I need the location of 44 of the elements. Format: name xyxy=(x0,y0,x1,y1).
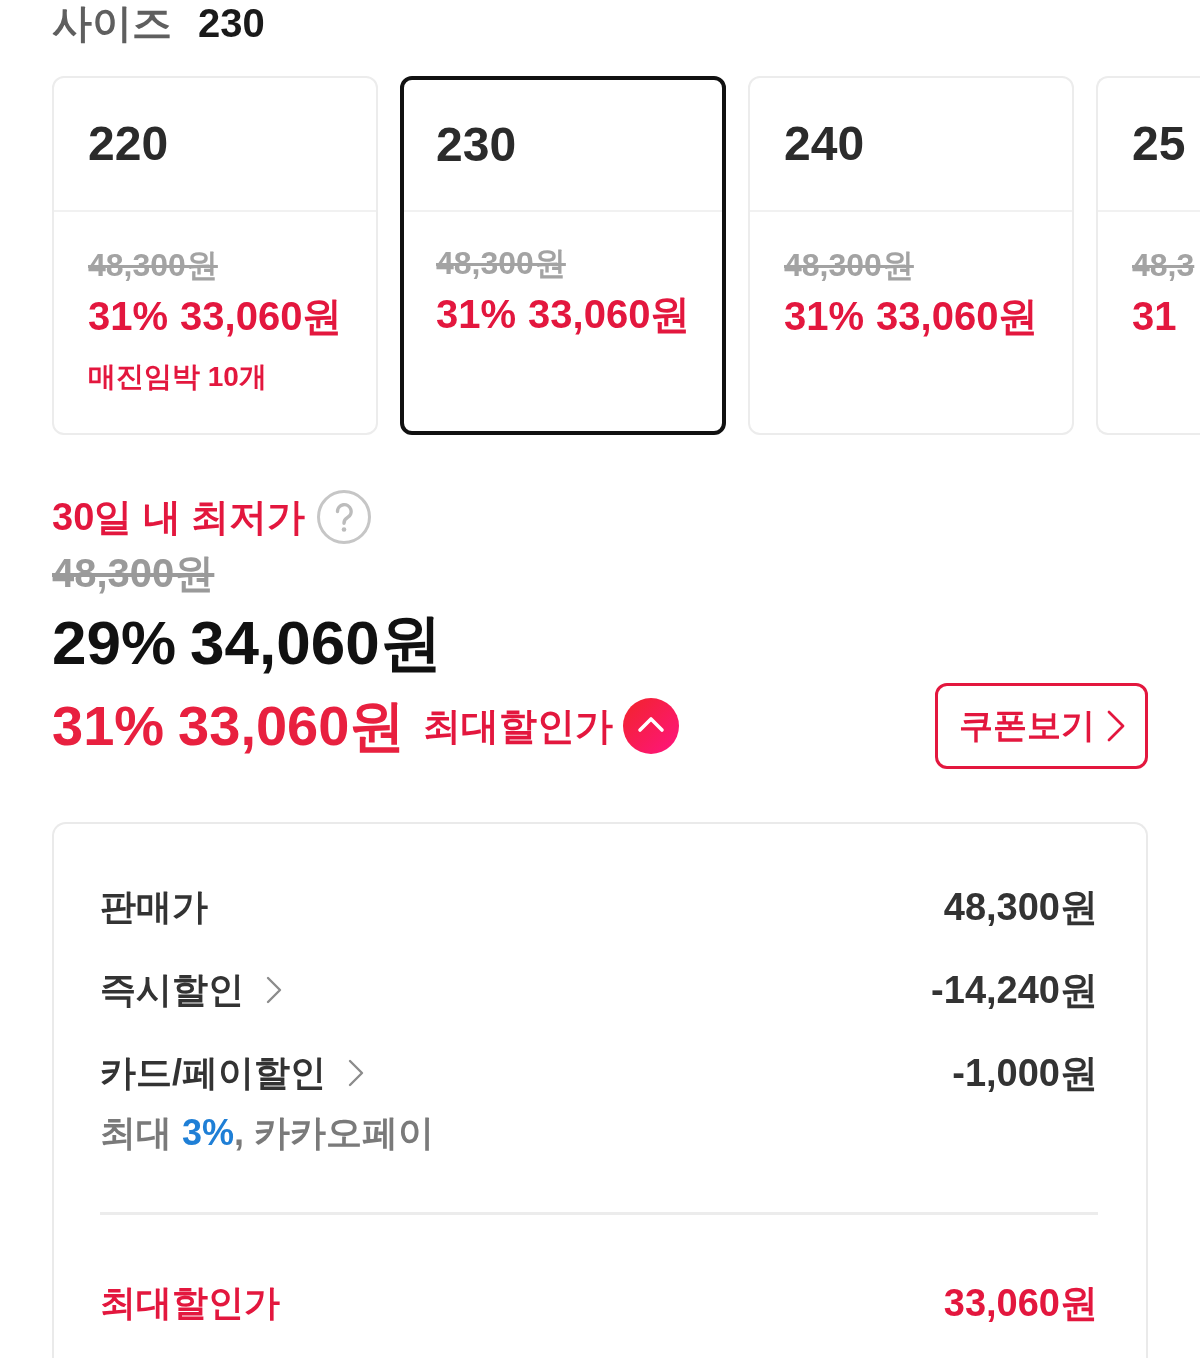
sale-price: 34,060원 xyxy=(190,611,442,675)
size-option-card[interactable]: 230 48,300원 31% 33,060원 xyxy=(400,76,726,435)
sale-price: 33,060원 xyxy=(180,293,343,339)
chevron-right-icon[interactable] xyxy=(266,976,282,1004)
discount-rate: 31% xyxy=(436,291,517,337)
sale-price: 33,060원 xyxy=(528,291,691,337)
coupon-button[interactable]: 쿠폰보기 xyxy=(935,683,1148,769)
row-value: -14,240원 xyxy=(931,968,1098,1013)
original-price: 48,300원 xyxy=(436,244,566,282)
original-price: 48,3 xyxy=(1132,246,1195,284)
size-value: 240 xyxy=(784,118,865,170)
selected-size: 230 xyxy=(198,0,265,46)
original-price: 48,300원 xyxy=(784,246,914,284)
stock-note: 매진임박 10개 xyxy=(88,360,267,394)
total-value: 33,060원 xyxy=(943,1281,1098,1326)
size-value: 220 xyxy=(88,118,169,170)
row-value: 48,300원 xyxy=(943,885,1098,930)
discount-rate: 31% xyxy=(88,293,169,339)
max-discount-label: 최대할인가 xyxy=(423,704,614,749)
size-option-card[interactable]: 220 48,300원 31% 33,060원 매진임박 10개 xyxy=(52,76,378,435)
lowest-price-label: 30일 내 최저가 xyxy=(52,495,306,540)
size-option-card[interactable]: 240 48,300원 31% 33,060원 xyxy=(748,76,1074,435)
discount-rate: 29% xyxy=(52,611,177,675)
original-price: 48,300원 xyxy=(52,553,215,593)
chevron-right-icon xyxy=(1106,710,1125,742)
discount-rate: 31% xyxy=(52,694,165,758)
row-value: -1,000원 xyxy=(952,1051,1098,1096)
row-label: 판매가 xyxy=(100,885,208,929)
sale-price: 33,060원 xyxy=(876,293,1039,339)
size-value: 25 xyxy=(1132,118,1186,170)
size-label: 사이즈 xyxy=(52,0,172,46)
discount-rate: 31 xyxy=(1132,293,1177,339)
total-label: 최대할인가 xyxy=(100,1281,280,1325)
payment-note: 최대 3%, 카카오페이 xyxy=(100,1111,435,1155)
discount-rate: 31% xyxy=(784,293,865,339)
sale-price: 33,060원 xyxy=(178,694,406,758)
size-option-card[interactable]: 25 48,3 31 xyxy=(1096,76,1200,435)
row-label: 카드/페이할인 xyxy=(100,1051,326,1095)
chevron-up-icon[interactable] xyxy=(623,698,680,754)
row-label: 즉시할인 xyxy=(100,968,244,1012)
original-price: 48,300원 xyxy=(88,246,218,284)
size-value: 230 xyxy=(436,119,517,171)
chevron-right-icon[interactable] xyxy=(348,1059,364,1087)
help-icon[interactable] xyxy=(317,490,372,544)
